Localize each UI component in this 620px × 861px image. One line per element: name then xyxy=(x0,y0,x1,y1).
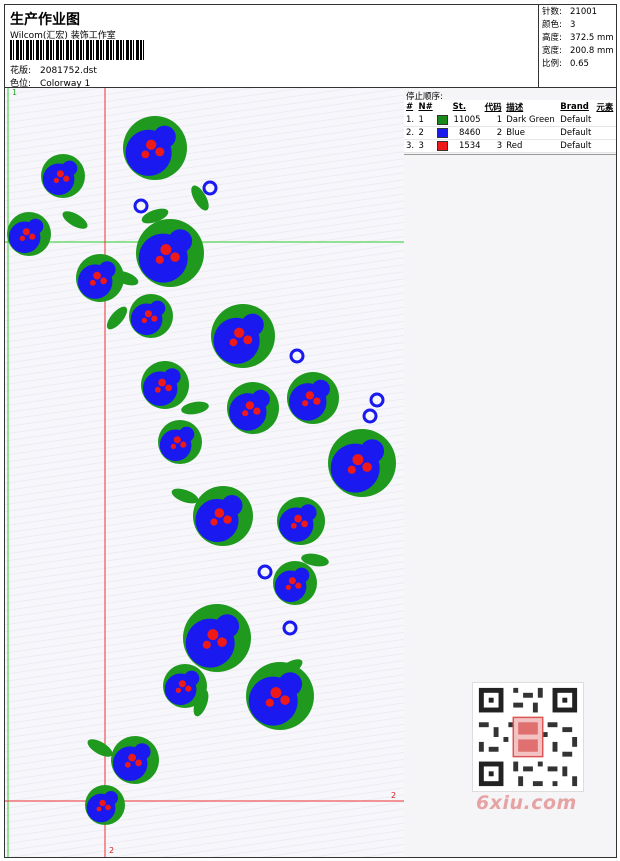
file-label: 花版: xyxy=(10,66,32,76)
barcode xyxy=(10,40,144,60)
divider xyxy=(404,154,616,155)
stat-height: 高度: 372.5 mm xyxy=(542,33,614,43)
color-swatch xyxy=(437,114,449,125)
file-value: 2081752.dst xyxy=(40,66,97,76)
marker-2-bottom: 2 xyxy=(109,846,115,855)
file-line: 花版: 2081752.dst xyxy=(10,63,97,76)
embroidery-design xyxy=(5,88,404,857)
qr-code xyxy=(472,682,584,792)
stop-sequence-table: # N# St. 代码 描述 Brand 元素 1. 1 11005 1 Dar… xyxy=(404,100,616,153)
stats-box: 针数: 21001 颜色: 3 高度: 372.5 mm 宽度: 200.8 mm 比例… xyxy=(538,4,617,88)
table-row[interactable]: 1. 1 11005 1 Dark Green Default xyxy=(404,114,616,127)
qr-code-icon xyxy=(474,683,582,791)
stat-colors: 颜色: 3 xyxy=(542,20,576,30)
marker-2-right: 2 xyxy=(391,791,397,800)
design-preview: 1 2 2 xyxy=(5,88,405,857)
page-title: 生产作业图 xyxy=(10,12,80,28)
color-swatch xyxy=(437,140,449,151)
watermark: 6xiu.com xyxy=(476,792,577,814)
table-row[interactable]: 2. 2 8460 2 Blue Default xyxy=(404,126,616,140)
table-header: # N# St. 代码 描述 Brand 元素 xyxy=(406,102,614,113)
marker-1: 1 xyxy=(12,88,18,97)
header: 生产作业图 Wilcom(汇宏) 装饰工作室 花版: 2081752.dst 色位… xyxy=(4,4,617,89)
stat-scale: 比例: 0.65 xyxy=(542,59,589,69)
stat-stitches: 针数: 21001 xyxy=(542,7,598,17)
table-row[interactable]: 3. 3 1534 3 Red Default xyxy=(404,139,616,153)
color-swatch xyxy=(437,127,449,138)
stat-width: 宽度: 200.8 mm xyxy=(542,46,614,56)
